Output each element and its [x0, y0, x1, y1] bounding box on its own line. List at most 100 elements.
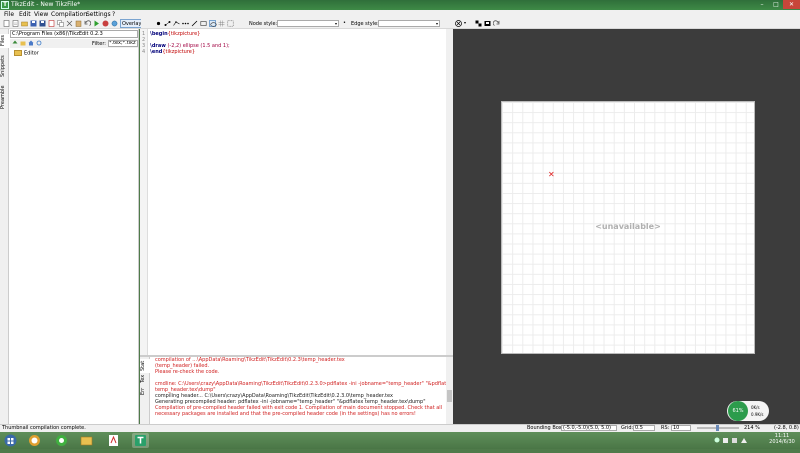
new-folder-icon[interactable]: [20, 40, 26, 46]
grid-tool-icon[interactable]: [218, 20, 225, 27]
minimize-button[interactable]: –: [755, 0, 769, 9]
tab-tex[interactable]: Tex: [140, 373, 150, 385]
pdf-reader-icon[interactable]: [105, 433, 122, 448]
window-title: TikzEdit - New TikzFile*: [11, 1, 81, 8]
drawing-toolbar: Node style: ▾ • Edge style: ▾: [141, 19, 453, 29]
tab-status[interactable]: Stat: [140, 359, 150, 373]
tree-item-editor[interactable]: Editor: [14, 50, 39, 57]
cursor-coordinates: (-2.8, 0.8): [774, 425, 799, 431]
overlay-toggle[interactable]: Overlay: [120, 19, 144, 28]
folder-icon: [14, 50, 22, 56]
line-number: 4: [142, 49, 146, 55]
explorer-icon[interactable]: [78, 433, 95, 448]
taskbar-clock[interactable]: 11:11 2014/6/30: [766, 433, 798, 445]
save-icon[interactable]: [30, 20, 37, 27]
path-dots-tool-icon[interactable]: [182, 20, 189, 27]
ellipse-tool-icon[interactable]: [209, 20, 217, 27]
browser-icon[interactable]: [26, 433, 43, 448]
rectangle-outline-tool-icon[interactable]: [227, 20, 234, 27]
cut-icon[interactable]: [66, 20, 73, 27]
code-line[interactable]: \end{tikzpicture}: [150, 49, 195, 55]
paste-icon[interactable]: [75, 20, 82, 27]
chevron-down-icon[interactable]: ▾: [464, 20, 466, 25]
code-editor[interactable]: [140, 29, 453, 355]
code-argument: {tikzpicture}: [167, 31, 201, 37]
edge-style-label: Edge style:: [351, 21, 379, 27]
menu-view[interactable]: View: [34, 11, 48, 18]
clock-date: 2014/6/30: [769, 439, 795, 445]
origin-marker-icon: ✕: [548, 170, 555, 179]
code-line[interactable]: \begin{tikzpicture}: [150, 31, 200, 37]
tray-icons[interactable]: [713, 435, 753, 445]
refresh-icon[interactable]: [36, 40, 42, 46]
menu-bar: File Edit View Compilation Settings ?: [0, 10, 800, 19]
rs-field[interactable]: 10: [671, 425, 691, 431]
menu-edit[interactable]: Edit: [19, 11, 31, 18]
close-button[interactable]: ✕: [783, 0, 800, 9]
export-icon[interactable]: [48, 20, 55, 27]
up-folder-icon[interactable]: [12, 40, 18, 46]
open-folder-icon[interactable]: [21, 20, 28, 27]
zoom-slider-handle[interactable]: [716, 425, 719, 431]
copy-icon[interactable]: [57, 20, 64, 27]
stop-icon[interactable]: [102, 20, 109, 27]
edge-style-dropdown[interactable]: ▾: [378, 20, 440, 27]
node-style-dropdown[interactable]: ▾: [277, 20, 339, 27]
swap-icon[interactable]: [475, 20, 482, 27]
code-argument: {tikzpicture}: [162, 49, 196, 55]
delete-node-icon[interactable]: [455, 20, 462, 27]
undo-icon[interactable]: [84, 20, 92, 27]
rectangle-tool-icon[interactable]: [200, 20, 207, 27]
bounding-box-field[interactable]: (-5.0,-5.0)(5.0, 5.0): [561, 425, 617, 431]
separator-icon: •: [343, 20, 346, 26]
tab-preamble[interactable]: Preamble: [0, 83, 9, 111]
tab-snippets[interactable]: Snippets: [0, 53, 9, 79]
grid-label: Grid:: [621, 425, 634, 431]
bounding-box-label: Bounding Box:: [527, 425, 564, 431]
message-line: necessary packages are installed and tha…: [155, 411, 416, 417]
tab-files[interactable]: Files: [0, 34, 9, 48]
save-as-icon[interactable]: [39, 20, 46, 27]
compile-run-icon[interactable]: [93, 20, 100, 27]
maximize-button[interactable]: □: [769, 0, 783, 9]
select-tool-icon[interactable]: [155, 20, 162, 27]
chevron-down-icon: ▾: [334, 21, 337, 26]
tikzedit-taskbar-icon[interactable]: [132, 433, 149, 448]
path-tool-icon[interactable]: [173, 20, 180, 27]
menu-help[interactable]: ?: [112, 11, 115, 18]
side-tab-bar: Files Snippets Preamble: [0, 29, 9, 424]
download-speed: 0.9K/s: [751, 412, 764, 417]
align-icon[interactable]: [484, 20, 491, 27]
messages-scroll-thumb[interactable]: [447, 390, 452, 402]
redo-icon[interactable]: [492, 20, 500, 27]
line-number-gutter: [140, 29, 148, 355]
menu-compilation[interactable]: Compilation: [51, 11, 87, 18]
app-icon: T: [1, 1, 9, 9]
filter-input[interactable]: *.tex;*.tikz: [108, 40, 138, 47]
new-from-template-icon[interactable]: [12, 20, 19, 27]
tab-errors[interactable]: Err: [140, 385, 150, 397]
home-icon[interactable]: [28, 40, 34, 46]
grid-field[interactable]: 0.5: [633, 425, 655, 431]
message-line: Please re-check the code.: [155, 369, 220, 375]
unavailable-text: <unavailable>: [595, 222, 661, 231]
pen-tool-icon[interactable]: [191, 20, 198, 27]
preview-toolbar: ▾: [453, 19, 800, 29]
app-green-icon[interactable]: [53, 433, 70, 448]
upload-speed: 0K/s: [751, 405, 760, 410]
zoom-icon[interactable]: [111, 20, 118, 27]
editor-scrollbar[interactable]: [446, 29, 453, 355]
new-file-icon[interactable]: [3, 20, 10, 27]
zoom-level: 214 %: [744, 425, 760, 431]
chevron-down-icon: ▾: [435, 21, 438, 26]
title-bar: T TikzEdit - New TikzFile* – □ ✕: [0, 0, 800, 10]
file-panel: [9, 29, 139, 424]
tree-item-label: Editor: [24, 50, 39, 57]
path-field[interactable]: C:\Program Files (x86)\TikzEdit 0.2.3: [10, 30, 138, 38]
menu-settings[interactable]: Settings: [86, 11, 111, 18]
edge-tool-icon[interactable]: [164, 20, 171, 27]
menu-file[interactable]: File: [4, 11, 14, 18]
start-button[interactable]: [2, 433, 19, 448]
code-command: \begin: [150, 31, 168, 37]
filter-label: Filter:: [92, 41, 106, 47]
